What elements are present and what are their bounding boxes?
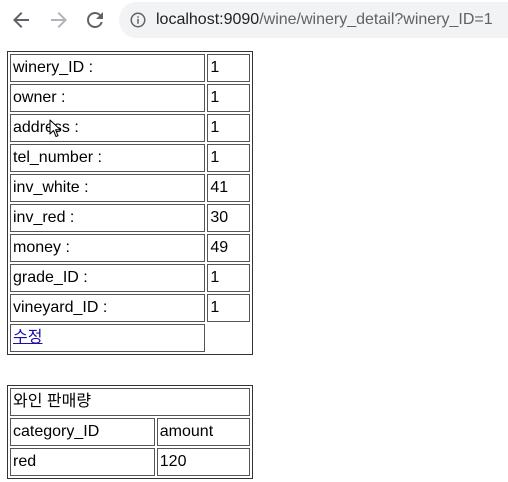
column-header-amount: amount — [156, 418, 250, 446]
url-text[interactable]: localhost:9090/wine/winery_detail?winery… — [156, 10, 493, 30]
reload-icon — [87, 11, 103, 28]
edit-link[interactable]: 수정 — [13, 329, 42, 346]
table-row: tel_number : 1 — [10, 144, 250, 172]
edit-cell: 수정 — [10, 324, 206, 352]
field-value: 1 — [207, 84, 250, 112]
cell-category: red — [10, 448, 155, 476]
table-row: money : 49 — [10, 234, 250, 262]
reload-button[interactable] — [83, 8, 107, 32]
field-label: owner : — [10, 84, 206, 112]
address-bar[interactable]: localhost:9090/wine/winery_detail?winery… — [119, 2, 508, 38]
field-label: inv_white : — [10, 174, 206, 202]
table-row: inv_red : 30 — [10, 204, 250, 232]
field-value: 41 — [207, 174, 250, 202]
table-row: owner : 1 — [10, 84, 250, 112]
field-value: 30 — [207, 204, 250, 232]
sales-table-title: 와인 판매량 — [10, 388, 250, 416]
field-label: winery_ID : — [10, 54, 206, 82]
winery-detail-table: winery_ID : 1 owner : 1 address : 1 tel_… — [7, 51, 253, 355]
url-path: /wine/winery_detail?winery_ID=1 — [259, 11, 493, 28]
field-label: grade_ID : — [10, 264, 206, 292]
field-label: tel_number : — [10, 144, 206, 172]
page-content: winery_ID : 1 owner : 1 address : 1 tel_… — [0, 40, 508, 482]
table-row: 수정 — [10, 324, 250, 352]
field-label: inv_red : — [10, 204, 206, 232]
table-row: inv_white : 41 — [10, 174, 250, 202]
table-header-row: category_ID amount — [10, 418, 250, 446]
field-label: address : — [10, 114, 206, 142]
table-row: red 120 — [10, 448, 250, 476]
table-row: grade_ID : 1 — [10, 264, 250, 292]
browser-toolbar: localhost:9090/wine/winery_detail?winery… — [0, 0, 508, 40]
empty-cell — [207, 324, 250, 352]
field-value: 1 — [207, 54, 250, 82]
field-label: vineyard_ID : — [10, 294, 206, 322]
field-value: 1 — [207, 144, 250, 172]
url-host: localhost:9090 — [156, 11, 260, 28]
field-value: 1 — [207, 114, 250, 142]
back-arrow-icon — [13, 12, 29, 28]
table-row: winery_ID : 1 — [10, 54, 250, 82]
cell-amount: 120 — [156, 448, 250, 476]
table-row: address : 1 — [10, 114, 250, 142]
wine-sales-table: 와인 판매량 category_ID amount red 120 — [7, 385, 253, 479]
field-label: money : — [10, 234, 206, 262]
field-value: 1 — [207, 264, 250, 292]
back-button[interactable] — [9, 8, 33, 32]
table-title-row: 와인 판매량 — [10, 388, 250, 416]
table-row: vineyard_ID : 1 — [10, 294, 250, 322]
column-header-category: category_ID — [10, 418, 155, 446]
forward-button[interactable] — [47, 8, 71, 32]
field-value: 49 — [207, 234, 250, 262]
info-icon[interactable] — [129, 11, 147, 29]
forward-arrow-icon — [51, 12, 67, 28]
field-value: 1 — [207, 294, 250, 322]
